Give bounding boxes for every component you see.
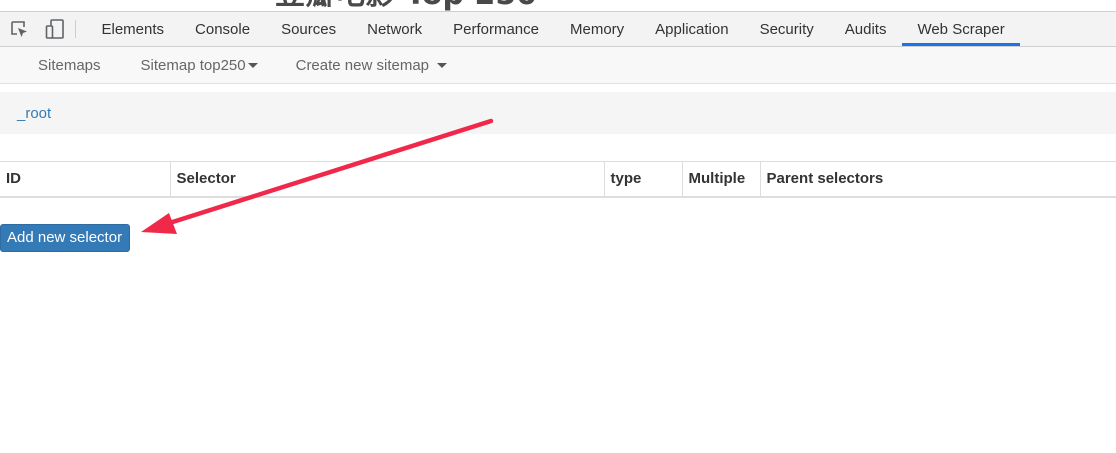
nav-create-label: Create new sitemap <box>295 56 430 74</box>
devtools-tab-bar: Elements Console Sources Network Perform… <box>0 11 1116 47</box>
caret-down-icon <box>437 63 448 68</box>
inspect-element-icon[interactable] <box>3 12 35 46</box>
caret-down-icon <box>247 63 258 68</box>
tab-elements[interactable]: Elements <box>86 12 180 46</box>
column-header-id: ID <box>0 161 170 198</box>
tab-memory[interactable]: Memory <box>555 12 640 46</box>
column-header-type: type <box>603 161 682 198</box>
column-header-selector: Selector <box>169 161 604 198</box>
tab-audits[interactable]: Audits <box>829 12 902 46</box>
breadcrumb-root-link[interactable]: _root <box>17 105 51 122</box>
nav-sitemaps-label: Sitemaps <box>38 56 101 74</box>
nav-sitemap-dropdown[interactable]: Sitemap top250 <box>126 57 273 74</box>
screenshot-root: 豆瓣电影 Top 250 Elements Console Sources Ne… <box>0 0 1116 453</box>
device-toolbar-icon[interactable] <box>35 12 75 46</box>
tab-network[interactable]: Network <box>352 12 438 46</box>
tab-security[interactable]: Security <box>744 12 829 46</box>
tab-sources[interactable]: Sources <box>266 12 352 46</box>
tab-console[interactable]: Console <box>180 12 266 46</box>
tab-performance[interactable]: Performance <box>438 12 555 46</box>
breadcrumb: _root <box>0 92 1116 134</box>
column-header-parent-selectors: Parent selectors <box>759 161 1116 198</box>
selectors-table: ID Selector type Multiple Parent selecto… <box>0 161 1116 198</box>
nav-create-sitemap-dropdown[interactable]: Create new sitemap <box>281 57 462 74</box>
tab-application[interactable]: Application <box>640 12 744 46</box>
web-scraper-nav: Sitemaps Sitemap top250 Create new sitem… <box>0 47 1116 84</box>
column-header-multiple: Multiple <box>681 161 760 198</box>
toolbar-divider <box>75 20 76 38</box>
nav-sitemaps[interactable]: Sitemaps <box>23 57 116 74</box>
nav-sitemap-label: Sitemap top250 <box>140 56 246 74</box>
add-new-selector-button[interactable]: Add new selector <box>0 224 131 252</box>
table-header-row: ID Selector type Multiple Parent selecto… <box>0 161 1116 198</box>
tab-web-scraper[interactable]: Web Scraper <box>901 12 1021 46</box>
